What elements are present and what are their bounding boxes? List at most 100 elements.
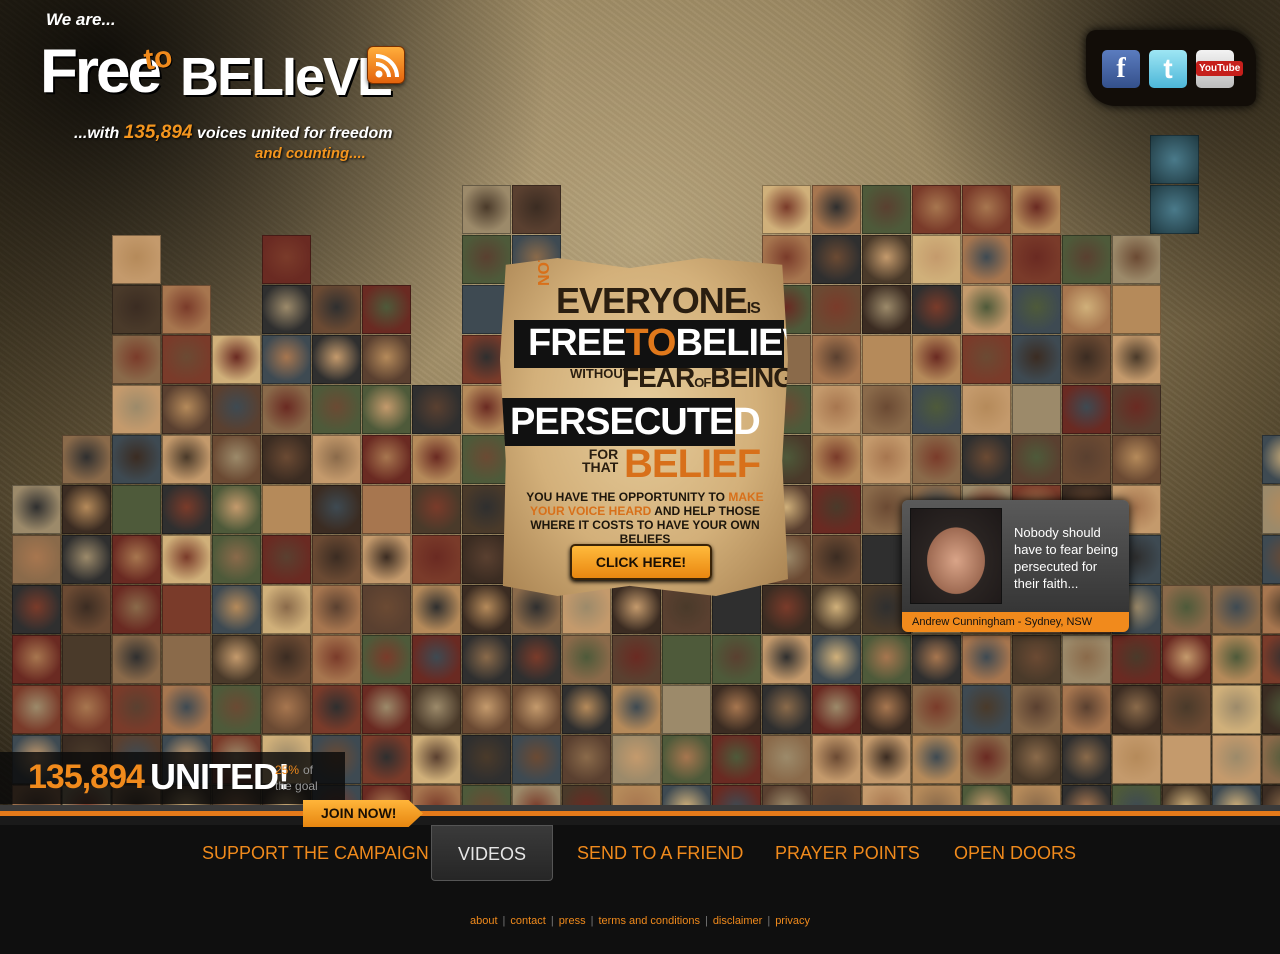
mosaic-photo — [62, 485, 111, 534]
mosaic-photo — [112, 335, 161, 384]
mosaic-photo — [1262, 485, 1280, 534]
footer-privacy[interactable]: privacy — [775, 915, 810, 927]
mosaic-photo — [62, 685, 111, 734]
mosaic-photo — [362, 435, 411, 484]
counter-goal: the goal — [275, 779, 318, 793]
mosaic-photo — [212, 385, 261, 434]
mosaic-photo — [462, 185, 511, 234]
mosaic-photo — [312, 535, 361, 584]
tagline-counting: and counting.... — [255, 145, 366, 162]
mosaic-photo — [1262, 735, 1280, 784]
mosaic-photo — [1062, 385, 1111, 434]
mosaic-photo — [762, 785, 811, 805]
nav-send-to-friend[interactable]: SEND TO A FRIEND — [577, 843, 743, 864]
testimonial-caption: Andrew Cunningham - Sydney, NSW — [902, 612, 1129, 632]
mosaic-photo — [912, 385, 961, 434]
join-now-button[interactable]: JOIN NOW! — [303, 800, 423, 827]
mosaic-photo — [912, 435, 961, 484]
footer-separator: | — [590, 915, 594, 927]
nav-prayer-points[interactable]: PRAYER POINTS — [775, 843, 920, 864]
mosaic-photo — [962, 785, 1011, 805]
footer-about[interactable]: about — [470, 915, 498, 927]
mosaic-photo — [62, 435, 111, 484]
rss-icon[interactable] — [367, 46, 405, 84]
mosaic-photo — [712, 635, 761, 684]
mosaic-photo — [1212, 635, 1261, 684]
mosaic-photo — [912, 335, 961, 384]
footer-separator: | — [704, 915, 708, 927]
mosaic-photo — [262, 335, 311, 384]
nav-open-doors[interactable]: OPEN DOORS — [954, 843, 1076, 864]
note-everyone: EVERYONEIS — [556, 280, 761, 321]
youtube-icon[interactable]: YouTube — [1196, 50, 1244, 88]
mosaic-photo — [662, 735, 711, 784]
footer-contact[interactable]: contact — [510, 915, 545, 927]
mosaic-photo — [1012, 435, 1061, 484]
footer-press[interactable]: press — [559, 915, 586, 927]
mosaic-photo — [962, 685, 1011, 734]
mosaic-photo — [862, 185, 911, 234]
mosaic-photo — [862, 735, 911, 784]
mosaic-photo — [712, 735, 761, 784]
mosaic-photo — [362, 285, 411, 334]
mosaic-photo — [12, 535, 61, 584]
mosaic-photo — [762, 185, 811, 234]
mosaic-photo — [1162, 735, 1211, 784]
tagline-count: 135,894 — [123, 122, 193, 143]
testimonial-card[interactable]: Nobody should have to fear being persecu… — [902, 500, 1129, 632]
site-logo[interactable]: We are... Free to BELIeVE ...with 135,89… — [40, 8, 420, 173]
mosaic-photo — [962, 635, 1011, 684]
mosaic-photo — [312, 635, 361, 684]
mosaic-photo — [562, 685, 611, 734]
footer-disclaimer[interactable]: disclaimer — [713, 915, 763, 927]
facebook-icon[interactable]: f — [1102, 50, 1140, 88]
mosaic-photo — [1112, 385, 1161, 434]
logo-believe: BELIeVE — [180, 47, 393, 107]
mosaic-photo — [862, 785, 911, 805]
mosaic-photo — [312, 435, 361, 484]
mosaic-photo — [1162, 785, 1211, 805]
mosaic-photo — [812, 285, 861, 334]
supporter-counter: 135,894 UNITED! 25% of the goal — [0, 752, 345, 804]
mosaic-photo — [62, 635, 111, 684]
mosaic-photo — [812, 685, 861, 734]
mosaic-photo — [112, 435, 161, 484]
mosaic-photo — [162, 585, 211, 634]
mosaic-photo — [412, 485, 461, 534]
footer-separator: | — [502, 915, 506, 927]
nav-videos[interactable]: VIDEOS — [431, 825, 554, 881]
click-here-button[interactable]: CLICK HERE! — [570, 544, 712, 580]
mosaic-photo — [1062, 435, 1111, 484]
mosaic-photo — [162, 385, 211, 434]
mosaic-photo — [112, 635, 161, 684]
mosaic-photo — [862, 635, 911, 684]
mosaic-photo — [912, 235, 961, 284]
mosaic-photo — [162, 435, 211, 484]
mosaic-photo — [462, 485, 511, 534]
mosaic-photo — [1062, 235, 1111, 284]
mosaic-photo — [562, 785, 611, 805]
mosaic-photo — [362, 485, 411, 534]
mosaic-photo — [762, 635, 811, 684]
mosaic-photo — [762, 585, 811, 634]
note-body: YOU HAVE THE OPPORTUNITY TO MAKE YOUR VO… — [526, 490, 764, 546]
mosaic-photo — [862, 685, 911, 734]
mosaic-photo — [112, 285, 161, 334]
mosaic-photo — [1012, 285, 1061, 334]
mosaic-photo — [162, 535, 211, 584]
mosaic-photo — [1062, 735, 1111, 784]
mosaic-photo — [312, 385, 361, 434]
mosaic-photo — [262, 285, 311, 334]
mosaic-photo — [1262, 635, 1280, 684]
mosaic-photo — [1262, 435, 1280, 484]
mosaic-photo — [112, 585, 161, 634]
footer-terms[interactable]: terms and conditions — [598, 915, 700, 927]
nav-support-campaign[interactable]: SUPPORT THE CAMPAIGN — [202, 843, 429, 864]
mosaic-photo — [962, 185, 1011, 234]
logo-we-are: We are... — [46, 10, 116, 29]
twitter-icon[interactable]: t — [1149, 50, 1187, 88]
mosaic-photo — [912, 185, 961, 234]
logo-to: to — [141, 40, 175, 77]
counter-percent: 25% — [275, 763, 300, 777]
mosaic-photo — [1062, 335, 1111, 384]
